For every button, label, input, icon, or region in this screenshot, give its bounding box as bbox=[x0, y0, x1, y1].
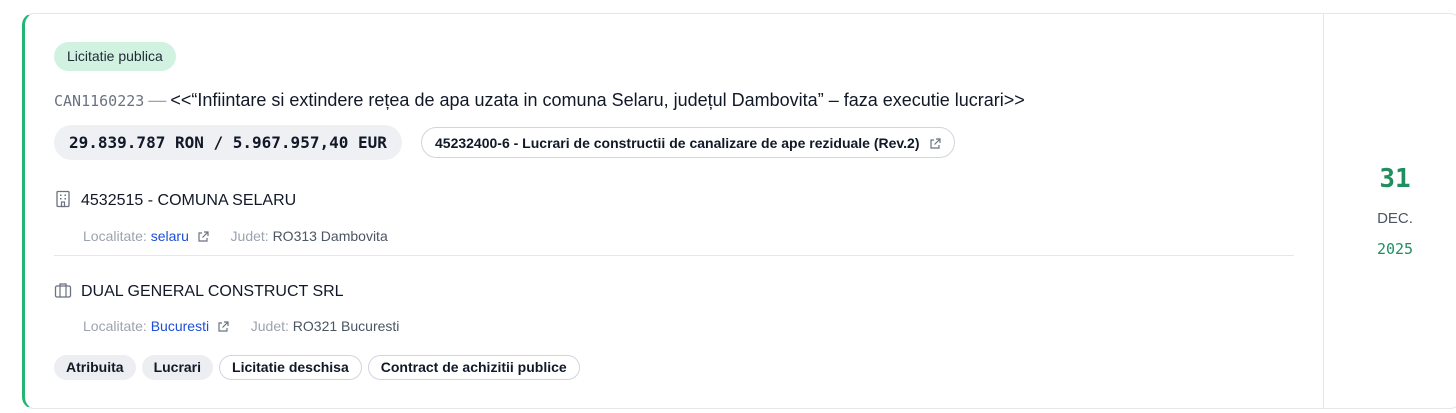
tag-category: Lucrari bbox=[141, 355, 214, 380]
tag-list: Atribuita Lucrari Licitatie deschisa Contra… bbox=[54, 355, 586, 380]
date-panel: 31 DEC. 2025 bbox=[1323, 14, 1456, 408]
tender-title[interactable]: <<“Infiintare si extindere rețea de apa … bbox=[170, 90, 1025, 110]
authority-county: RO313 Dambovita bbox=[272, 228, 388, 244]
building-icon bbox=[56, 190, 70, 208]
supplier-county: RO321 Bucuresti bbox=[292, 318, 400, 334]
tag-status: Atribuita bbox=[54, 355, 136, 380]
authority-locality-label: Localitate: bbox=[83, 228, 147, 244]
date-month: DEC. bbox=[1377, 210, 1413, 227]
authority-row[interactable]: 4532515 - COMUNA SELARU bbox=[54, 189, 296, 213]
authority-meta: Localitate: selaru Judet: RO313 Dambovit… bbox=[83, 226, 388, 246]
title-separator: — bbox=[148, 90, 167, 110]
tag-contract-type: Contract de achizitii publice bbox=[367, 355, 580, 380]
contract-value: 29.839.787 RON / 5.967.957,40 EUR bbox=[54, 125, 402, 160]
cpv-code-text: 45232400-6 - Lucrari de constructii de c… bbox=[435, 135, 920, 151]
external-link-icon[interactable] bbox=[197, 231, 209, 243]
authority-county-label: Judet: bbox=[230, 228, 269, 244]
supplier-locality-label: Localitate: bbox=[83, 318, 147, 334]
section-divider bbox=[54, 255, 1294, 256]
date-day: 31 bbox=[1379, 164, 1411, 194]
tender-title-line[interactable]: CAN1160223— <<“Infiintare si extindere re… bbox=[54, 88, 1025, 113]
supplier-locality-link[interactable]: Bucuresti bbox=[151, 318, 209, 334]
external-link-icon[interactable] bbox=[217, 321, 229, 333]
external-link-icon bbox=[930, 138, 942, 149]
briefcase-icon bbox=[54, 283, 72, 298]
tender-main: Licitatie publica CAN1160223— <<“Infiinta… bbox=[25, 14, 1323, 408]
supplier-name[interactable]: DUAL GENERAL CONSTRUCT SRL bbox=[81, 283, 344, 300]
tender-code: CAN1160223 bbox=[54, 92, 145, 110]
tag-procedure: Licitatie deschisa bbox=[219, 355, 362, 380]
authority-name[interactable]: 4532515 - COMUNA SELARU bbox=[81, 192, 296, 209]
date-year: 2025 bbox=[1376, 240, 1414, 258]
procedure-type-badge: Licitatie publica bbox=[54, 42, 176, 71]
supplier-row[interactable]: DUAL GENERAL CONSTRUCT SRL bbox=[54, 280, 344, 304]
supplier-county-label: Judet: bbox=[250, 318, 289, 334]
authority-locality-link[interactable]: selaru bbox=[151, 228, 189, 244]
tender-card[interactable]: Licitatie publica CAN1160223— <<“Infiinta… bbox=[22, 13, 1456, 409]
cpv-code-link[interactable]: 45232400-6 - Lucrari de constructii de c… bbox=[421, 127, 956, 158]
supplier-meta: Localitate: Bucuresti Judet: RO321 Bucur… bbox=[83, 316, 399, 336]
